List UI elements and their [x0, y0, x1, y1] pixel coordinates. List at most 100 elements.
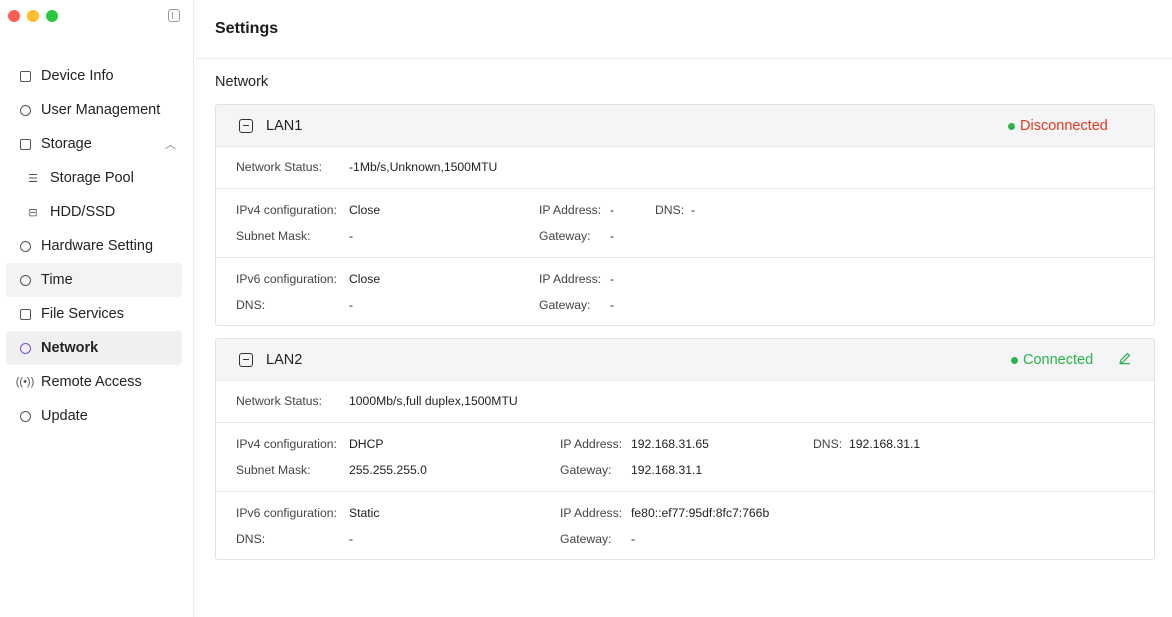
ipv4-ip-label: IP Address: [539, 203, 602, 217]
network-status-label: Network Status: [236, 394, 323, 408]
ipv6-ip-value: fe80::ef77:95df:8fc7:766b [631, 506, 770, 520]
storage-icon [18, 137, 32, 151]
lan2-ipv6-block: IPv6 configuration: Static IP Address: f… [216, 492, 1154, 559]
network-icon [18, 341, 32, 355]
user-icon [18, 103, 32, 117]
sidebar-toggle-icon[interactable] [168, 9, 180, 22]
ipv4-config-label: IPv4 configuration: [236, 437, 337, 451]
ipv4-ip-value: - [610, 203, 615, 217]
ipv6-dns-value: - [349, 532, 354, 546]
device-icon [18, 69, 32, 83]
subnet-mask-value: - [349, 229, 354, 243]
ipv6-dns-label: DNS: [236, 532, 266, 546]
sidebar-item-label: Update [41, 408, 88, 424]
sidebar-item-label: Storage [41, 136, 92, 152]
subnet-mask-value: 255.255.255.0 [349, 463, 427, 477]
ipv4-ip-value: 192.168.31.65 [631, 437, 709, 451]
status-text: Connected [1023, 352, 1094, 368]
ipv4-gateway-label: Gateway: [539, 229, 591, 243]
sidebar-item-label: Time [41, 272, 73, 288]
lan2-ipv4-block: IPv4 configuration: DHCP IP Address: 192… [216, 423, 1154, 492]
network-status-value: 1000Mb/s,full duplex,1500MTU [349, 394, 518, 408]
collapse-icon[interactable] [239, 118, 253, 133]
chevron-up-icon[interactable]: ︿ [165, 136, 176, 152]
status-dot-icon [1008, 122, 1015, 130]
ipv4-ip-label: IP Address: [560, 437, 623, 451]
status-text: Disconnected [1020, 118, 1108, 134]
ipv4-config-value: DHCP [349, 437, 384, 451]
network-status-value: -1Mb/s,Unknown,1500MTU [349, 160, 498, 174]
ipv6-config-label: IPv6 configuration: [236, 506, 337, 520]
sidebar-item-label: Hardware Setting [41, 238, 154, 254]
ipv4-dns-value: 192.168.31.1 [849, 437, 921, 451]
lan2-status: Connected [1011, 352, 1093, 368]
sidebar-item-label: Device Info [41, 68, 114, 84]
lan2-name: LAN2 [266, 351, 303, 368]
ipv4-gateway-value: - [610, 229, 615, 243]
close-window-button[interactable] [8, 10, 20, 22]
sidebar-item-network[interactable]: Network [6, 331, 182, 365]
file-icon [18, 307, 32, 321]
ipv6-gateway-value: - [631, 532, 636, 546]
lan2-network-status-row: Network Status: 1000Mb/s,full duplex,150… [216, 381, 1154, 423]
lan1-network-status-row: Network Status: -1Mb/s,Unknown,1500MTU [216, 147, 1154, 189]
sidebar-item-file-services[interactable]: File Services [6, 297, 182, 331]
ipv4-dns-value: - [691, 203, 696, 217]
lan1-name: LAN1 [266, 117, 303, 134]
status-dot-icon [1011, 356, 1018, 364]
update-icon [18, 409, 32, 423]
ipv6-ip-value: - [610, 272, 615, 286]
lan1-header[interactable]: LAN1 Disconnected [216, 105, 1154, 147]
sidebar-item-hardware-setting[interactable]: Hardware Setting [6, 229, 182, 263]
sidebar-item-hdd-ssd[interactable]: ⊟ HDD/SSD [6, 195, 182, 229]
lan1-card: LAN1 Disconnected Network Status: -1Mb/s… [215, 104, 1155, 326]
edit-icon[interactable] [1118, 351, 1132, 365]
clock-icon [18, 273, 32, 287]
pool-icon: ☰ [28, 172, 38, 185]
maximize-window-button[interactable] [46, 10, 58, 22]
ipv6-gateway-label: Gateway: [560, 532, 612, 546]
lan2-header[interactable]: LAN2 Connected [216, 339, 1154, 381]
main-content: Settings Network LAN1 Disconnected Netwo… [195, 0, 1172, 617]
page-title: Settings [215, 20, 279, 37]
ipv6-config-label: IPv6 configuration: [236, 272, 337, 286]
ipv6-ip-label: IP Address: [560, 506, 623, 520]
ipv6-config-value: Static [349, 506, 380, 520]
sidebar-item-label: Storage Pool [50, 170, 134, 186]
sidebar-item-update[interactable]: Update [6, 399, 182, 433]
ipv6-dns-label: DNS: [236, 298, 266, 312]
sidebar-item-time[interactable]: Time [6, 263, 182, 297]
ipv6-dns-value: - [349, 298, 354, 312]
sidebar-nav: Device Info User Management Storage ︿ ☰ … [6, 59, 182, 433]
ipv6-gateway-value: - [610, 298, 615, 312]
remote-icon: ((•)) [15, 376, 35, 388]
ipv4-config-value: Close [349, 203, 381, 217]
collapse-icon[interactable] [239, 352, 253, 367]
sidebar-item-label: File Services [41, 306, 124, 322]
sidebar-item-storage-pool[interactable]: ☰ Storage Pool [6, 161, 182, 195]
lan1-ipv4-block: IPv4 configuration: Close IP Address: - … [216, 189, 1154, 258]
ipv4-gateway-value: 192.168.31.1 [631, 463, 703, 477]
sidebar-item-device-info[interactable]: Device Info [6, 59, 182, 93]
hardware-icon [18, 239, 32, 253]
topbar: Settings [195, 0, 1172, 59]
sidebar-item-label: Network [41, 340, 99, 356]
lan1-status: Disconnected [1008, 118, 1108, 134]
sidebar: Device Info User Management Storage ︿ ☰ … [0, 0, 194, 617]
sidebar-item-label: Remote Access [41, 374, 142, 390]
ipv6-config-value: Close [349, 272, 381, 286]
network-status-label: Network Status: [236, 160, 323, 174]
sidebar-item-label: HDD/SSD [50, 204, 116, 220]
subnet-mask-label: Subnet Mask: [236, 229, 311, 243]
sidebar-item-remote-access[interactable]: ((•)) Remote Access [6, 365, 182, 399]
ipv4-config-label: IPv4 configuration: [236, 203, 337, 217]
sidebar-item-storage[interactable]: Storage ︿ [6, 127, 182, 161]
minimize-window-button[interactable] [27, 10, 39, 22]
ipv6-gateway-label: Gateway: [539, 298, 591, 312]
ipv4-dns-label: DNS: [655, 203, 685, 217]
sidebar-item-user-management[interactable]: User Management [6, 93, 182, 127]
disk-icon: ⊟ [28, 206, 38, 219]
subnet-mask-label: Subnet Mask: [236, 463, 311, 477]
section-title: Network [215, 74, 269, 90]
ipv6-ip-label: IP Address: [539, 272, 602, 286]
